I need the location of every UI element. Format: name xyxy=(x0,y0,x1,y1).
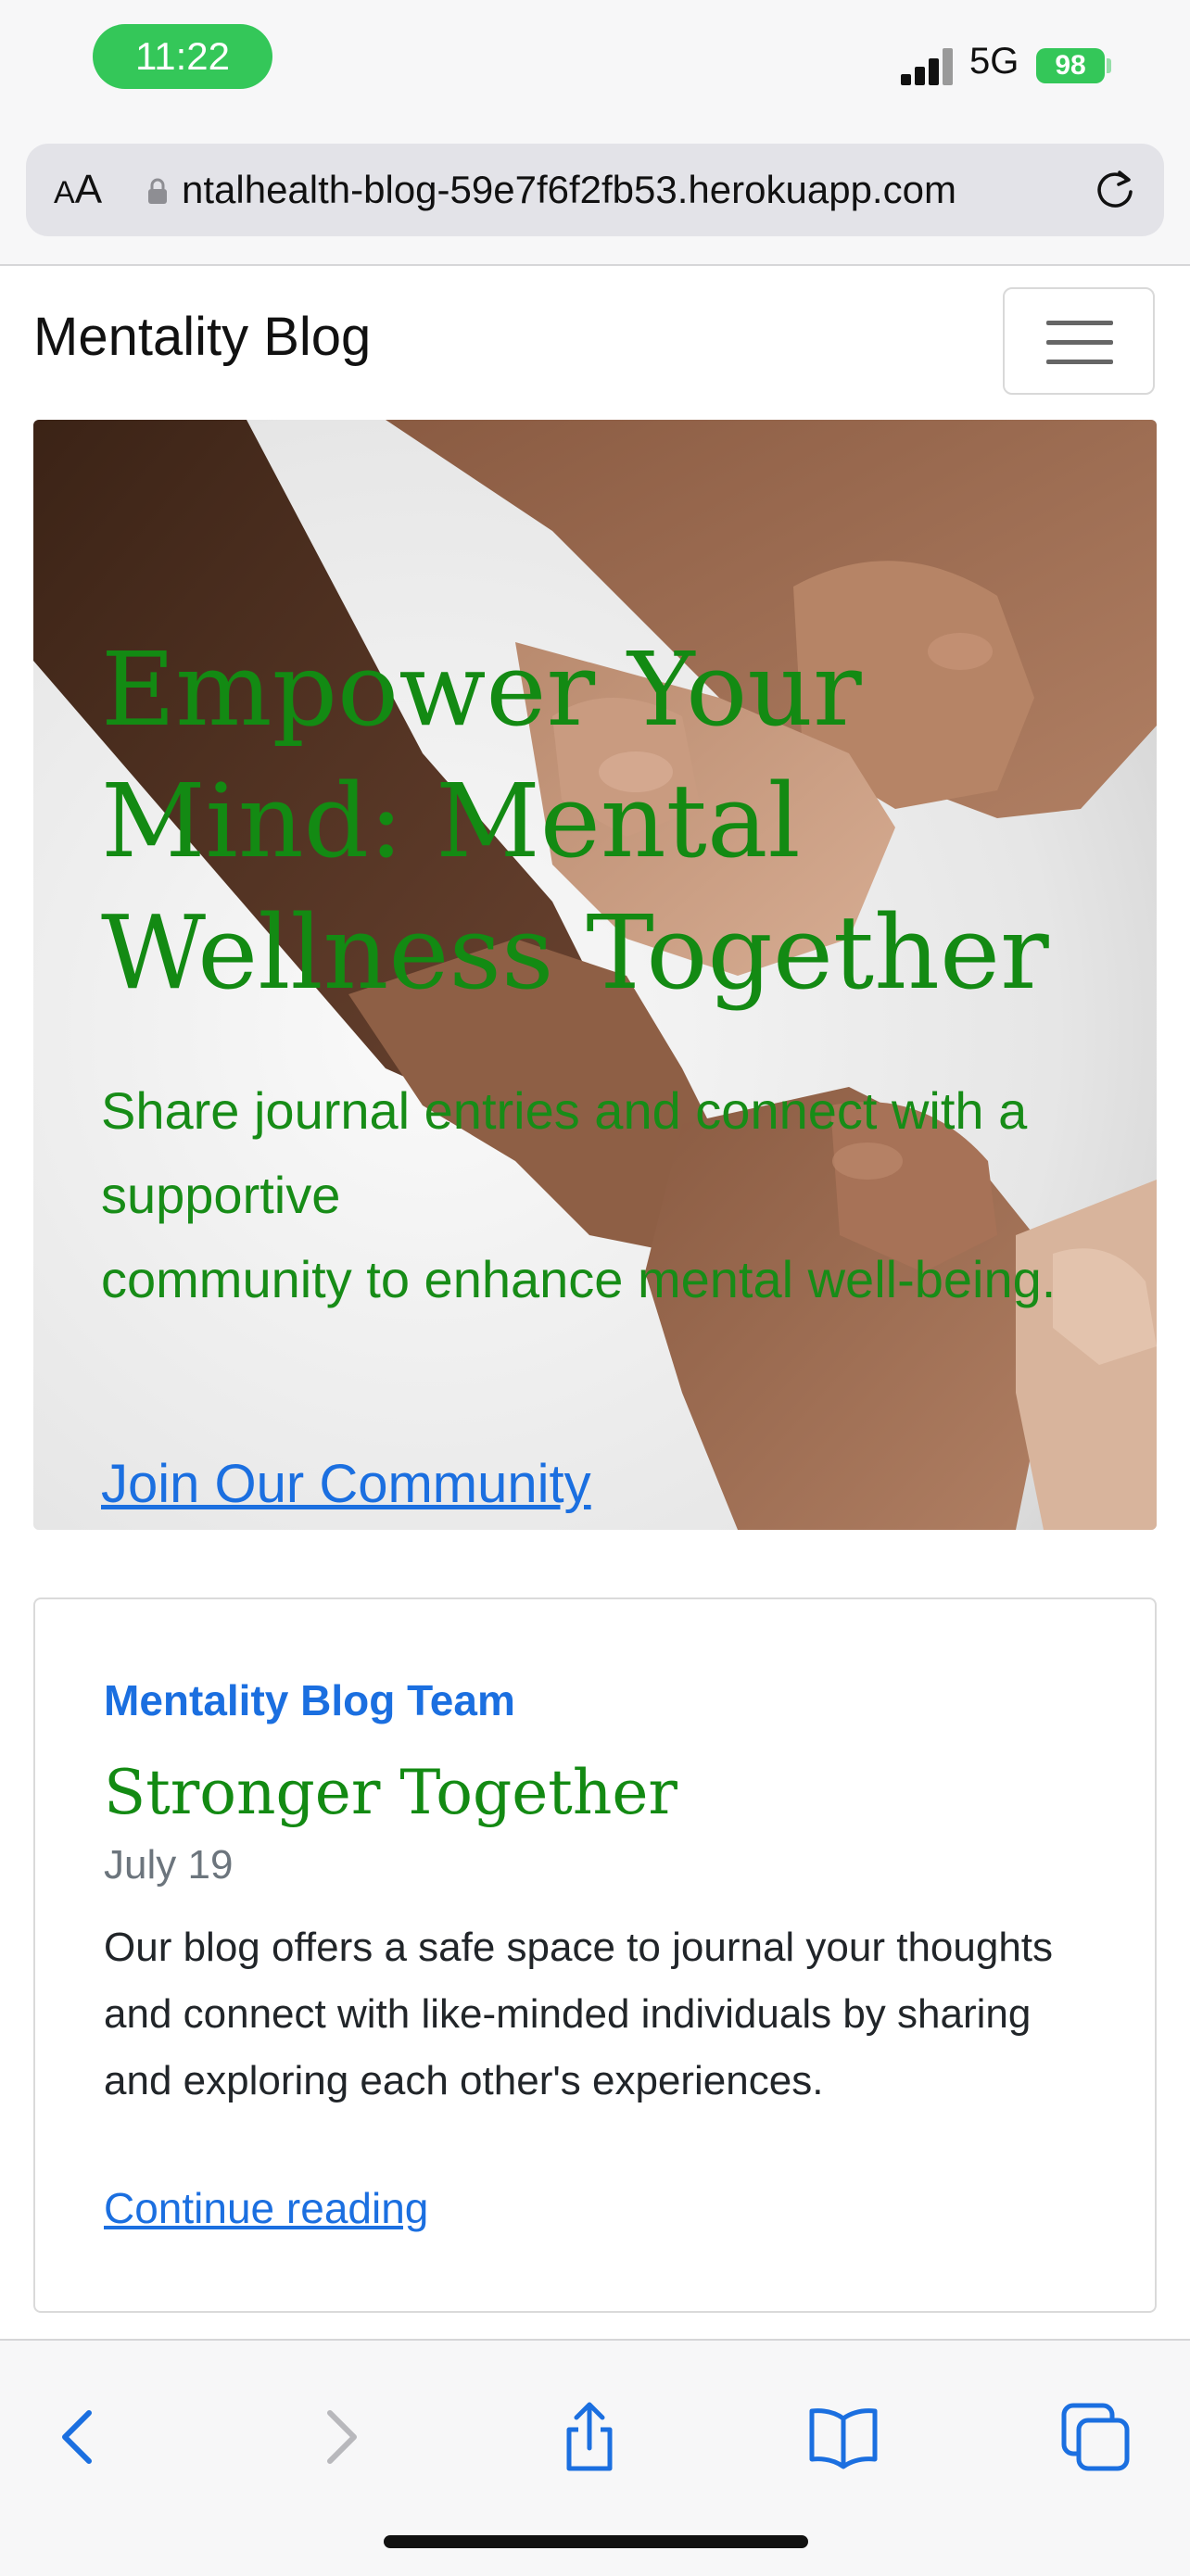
browser-address-bar-area: AA ntalhealth-blog-59e7f6f2fb53.herokuap… xyxy=(0,125,1190,266)
url-text[interactable]: ntalhealth-blog-59e7f6f2fb53.herokuapp.c… xyxy=(182,144,1090,236)
reload-icon[interactable] xyxy=(1092,167,1138,213)
post-date: July 19 xyxy=(104,1842,234,1888)
lock-icon xyxy=(148,178,167,204)
post-author: Mentality Blog Team xyxy=(104,1676,515,1724)
post-card[interactable]: Mentality Blog Team Stronger Together Ju… xyxy=(33,1597,1157,2313)
status-time: 11:22 xyxy=(93,24,272,89)
navbar-brand[interactable]: Mentality Blog xyxy=(33,306,371,368)
hero-section: Empower Your Mind: Mental Wellness Toget… xyxy=(33,420,1157,1530)
bookmarks-icon[interactable] xyxy=(806,2400,880,2474)
status-bar: 11:22 5G 98 xyxy=(0,0,1190,125)
back-icon[interactable] xyxy=(43,2400,117,2474)
address-bar[interactable]: AA ntalhealth-blog-59e7f6f2fb53.herokuap… xyxy=(26,144,1164,236)
share-icon[interactable] xyxy=(552,2400,627,2474)
join-community-link[interactable]: Join Our Community xyxy=(101,1453,591,1515)
hero-title: Empower Your Mind: Mental Wellness Toget… xyxy=(101,630,1049,1012)
post-excerpt: Our blog offers a safe space to journal … xyxy=(104,1925,1054,2103)
tabs-icon[interactable] xyxy=(1058,2400,1133,2474)
cellular-signal-icon xyxy=(901,48,955,85)
continue-reading-link[interactable]: Continue reading xyxy=(104,2183,428,2233)
post-title[interactable]: Stronger Together xyxy=(104,1757,677,1828)
hero-subtitle: Share journal entries and connect with a… xyxy=(101,1081,1057,1308)
battery-icon xyxy=(1107,58,1111,73)
battery-level: 98 xyxy=(1036,48,1105,83)
forward-icon[interactable] xyxy=(302,2400,376,2474)
navbar-toggle-button[interactable] xyxy=(1003,287,1155,395)
text-size-button[interactable]: AA xyxy=(54,144,102,239)
network-type: 5G xyxy=(969,41,1019,82)
home-indicator[interactable] xyxy=(384,2535,808,2548)
